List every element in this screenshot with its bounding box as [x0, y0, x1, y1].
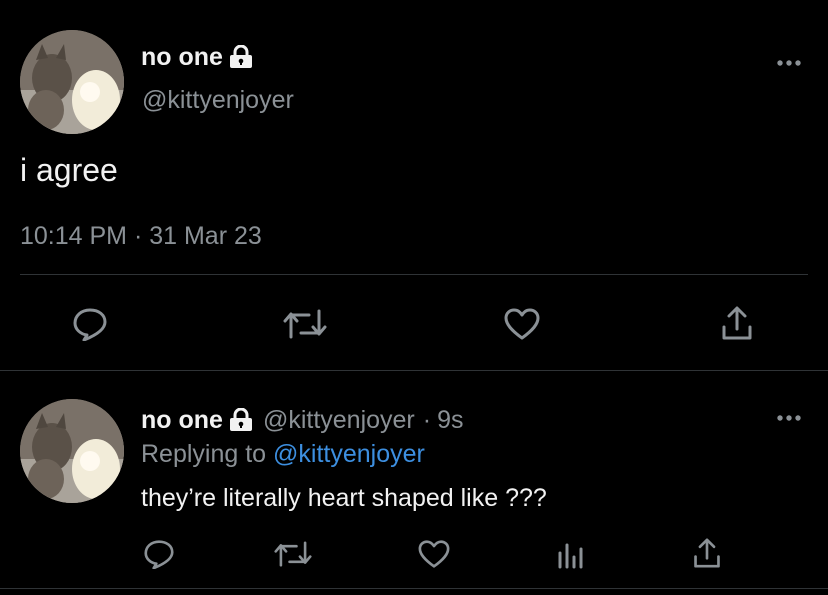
more-icon[interactable]	[776, 58, 802, 68]
analytics-icon[interactable]	[556, 539, 586, 569]
replying-to-label: Replying to	[141, 440, 267, 468]
divider	[20, 274, 808, 275]
reply-age[interactable]: 9s	[437, 406, 463, 435]
lock-icon	[227, 44, 255, 69]
reply-display-name[interactable]: no one	[141, 406, 255, 435]
like-icon[interactable]	[417, 539, 451, 569]
reply-icon[interactable]	[72, 307, 108, 341]
timestamp[interactable]: 10:14 PM · 31 Mar 23	[20, 222, 262, 251]
tweet-text: i agree	[20, 152, 118, 188]
reply-header: no one @kittyenjoyer · 9s	[141, 405, 464, 435]
avatar[interactable]	[20, 30, 124, 134]
reply-text: they’re literally heart shaped like ???	[141, 484, 547, 512]
share-icon[interactable]	[720, 305, 754, 341]
lock-icon	[227, 407, 255, 432]
avatar-image	[20, 30, 124, 134]
replying-to: Replying to @kittyenjoyer	[141, 440, 425, 469]
reply-icon[interactable]	[143, 539, 175, 569]
share-icon[interactable]	[692, 537, 722, 569]
more-icon[interactable]	[776, 413, 802, 423]
separator-dot: ·	[422, 405, 432, 434]
replying-to-handle[interactable]: @kittyenjoyer	[273, 440, 425, 468]
section-divider	[0, 370, 828, 371]
bottom-divider	[0, 588, 828, 589]
reply-handle[interactable]: @kittyenjoyer	[263, 406, 415, 435]
reply-avatar[interactable]	[20, 399, 124, 503]
display-name[interactable]: no one	[141, 43, 255, 72]
like-icon[interactable]	[503, 307, 541, 341]
avatar-image	[20, 399, 124, 503]
user-handle[interactable]: @kittyenjoyer	[142, 86, 294, 115]
retweet-icon[interactable]	[274, 539, 312, 569]
retweet-icon[interactable]	[283, 307, 327, 341]
